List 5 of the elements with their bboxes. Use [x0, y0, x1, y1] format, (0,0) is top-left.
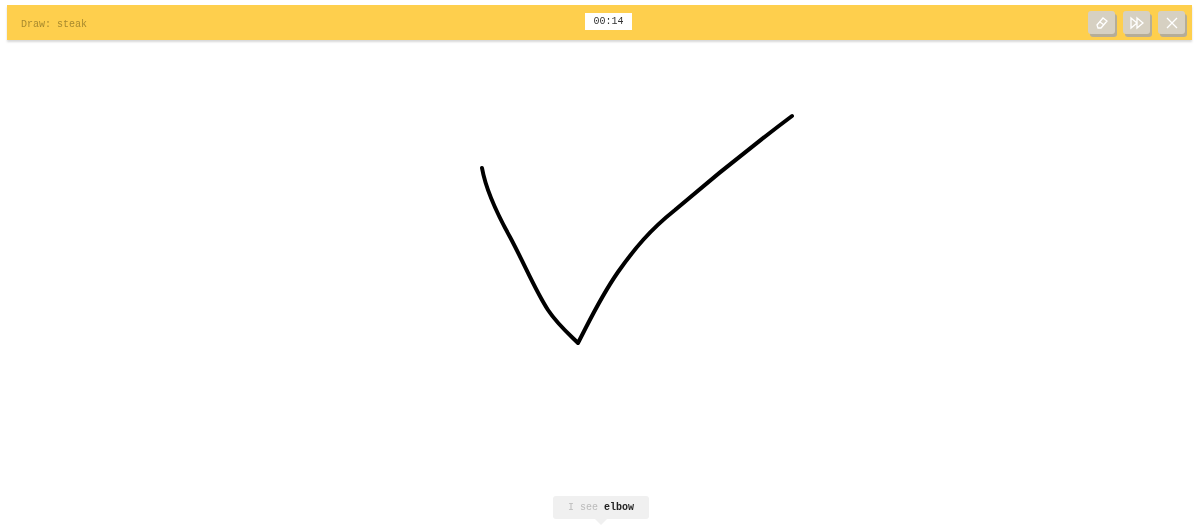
close-button[interactable] — [1158, 11, 1185, 34]
skip-button[interactable] — [1123, 11, 1150, 34]
erase-button[interactable] — [1088, 11, 1115, 34]
timer: 00:14 — [585, 13, 632, 30]
prompt-text: Draw: steak — [21, 18, 87, 30]
